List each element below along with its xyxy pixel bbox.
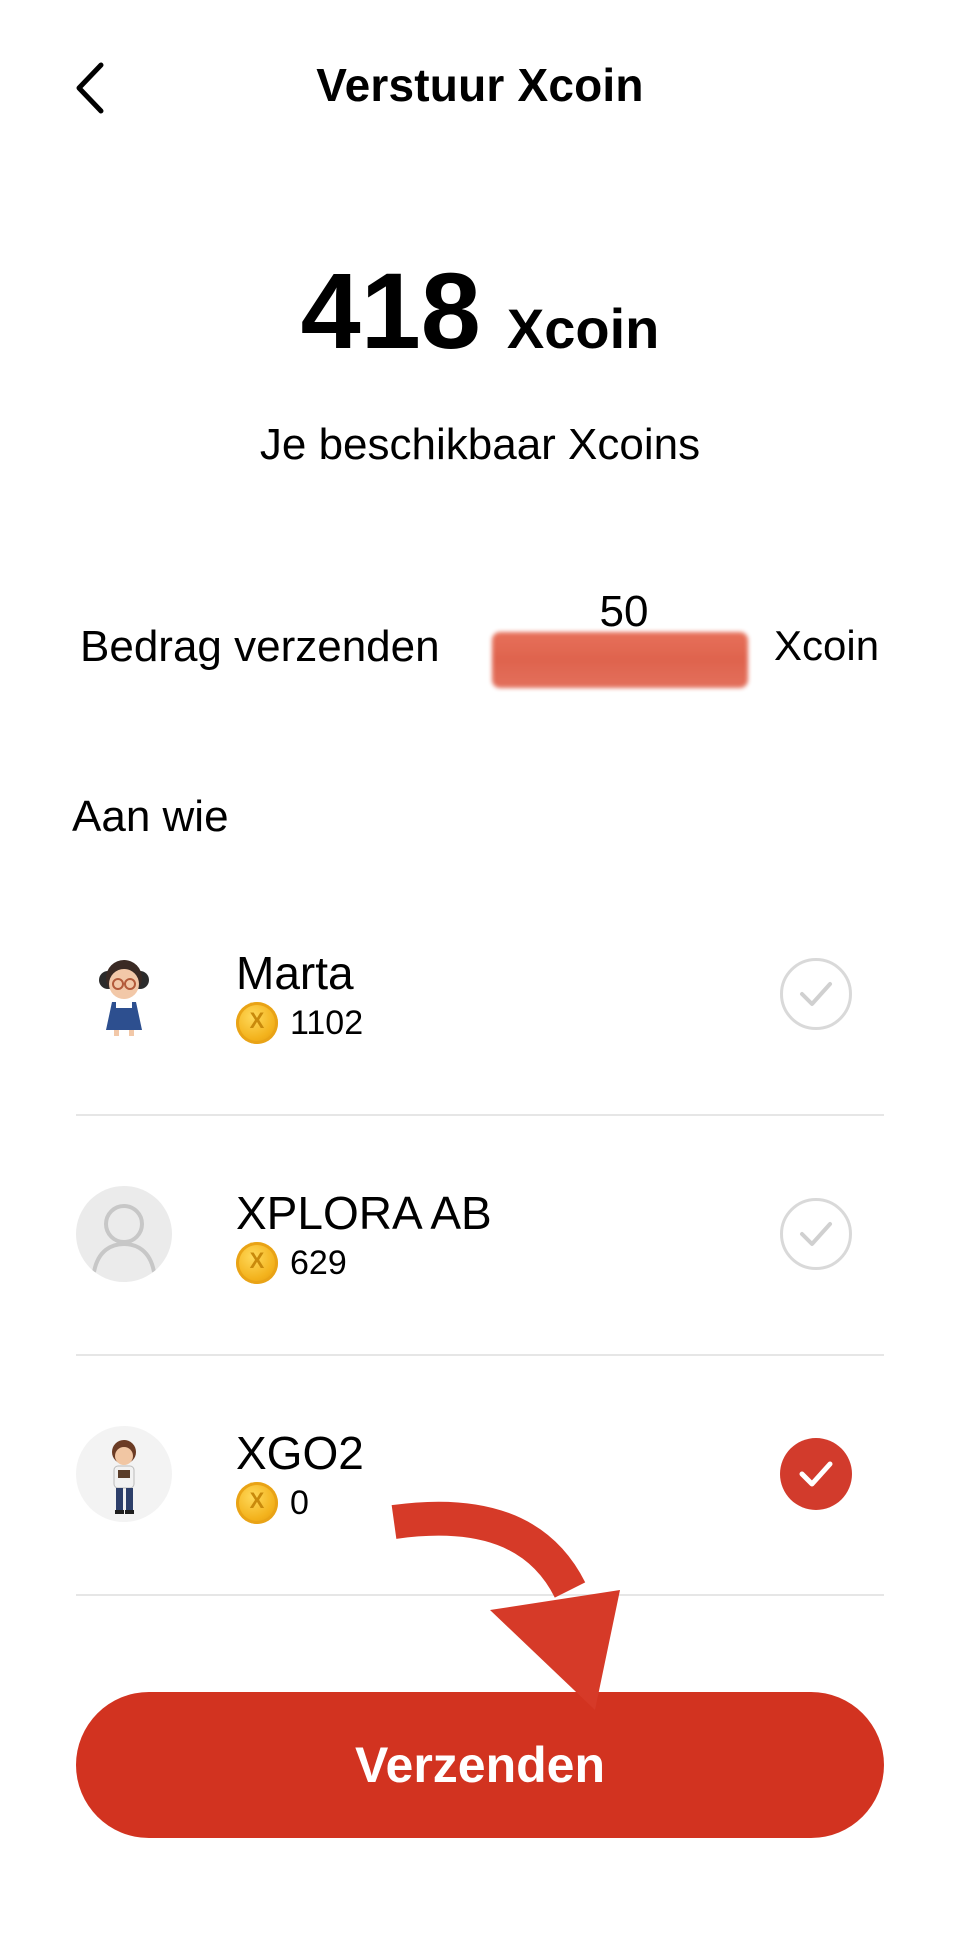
avatar bbox=[76, 1426, 172, 1522]
send-button[interactable]: Verzenden bbox=[76, 1692, 884, 1838]
recipient-name: Marta bbox=[236, 947, 354, 999]
amount-field-highlight bbox=[492, 632, 748, 688]
divider bbox=[76, 1114, 884, 1116]
avatar bbox=[76, 946, 172, 1042]
girl-character-icon bbox=[99, 960, 149, 1036]
recipient-coins: 1102 bbox=[290, 1004, 364, 1042]
recipients-section-title: Aan wie bbox=[72, 792, 229, 841]
check-icon bbox=[799, 1461, 833, 1487]
check-icon bbox=[800, 982, 832, 1006]
xcoin-icon: X bbox=[236, 1482, 278, 1524]
balance-subtitle: Je beschikbaar Xcoins bbox=[259, 420, 701, 469]
amount-label: Bedrag verzenden bbox=[80, 622, 440, 671]
recipient-row-marta[interactable]: Marta X 1102 bbox=[0, 946, 960, 1186]
page-title: Verstuur Xcoin bbox=[316, 59, 644, 111]
amount-unit: Xcoin bbox=[774, 622, 880, 669]
girl-character-2-icon bbox=[112, 1440, 136, 1514]
check-icon bbox=[800, 1222, 832, 1246]
select-checkbox-selected[interactable] bbox=[780, 1438, 852, 1510]
xcoin-icon: X bbox=[236, 1242, 278, 1284]
select-checkbox[interactable] bbox=[780, 1198, 852, 1270]
avatar bbox=[76, 1186, 172, 1282]
recipient-name: XPLORA AB bbox=[236, 1187, 492, 1239]
balance-amount: 418 bbox=[300, 250, 481, 371]
balance-unit: Xcoin bbox=[506, 297, 660, 360]
amount-input[interactable] bbox=[494, 586, 754, 638]
recipient-name: XGO2 bbox=[236, 1427, 364, 1479]
divider bbox=[76, 1594, 884, 1596]
recipient-row-xgo2[interactable]: XGO2 X 0 bbox=[0, 1426, 960, 1666]
recipient-coins: 0 bbox=[290, 1484, 309, 1522]
user-icon bbox=[92, 1204, 156, 1273]
divider bbox=[76, 1354, 884, 1356]
xcoin-icon: X bbox=[236, 1002, 278, 1044]
recipient-row-xplora-ab[interactable]: XPLORA AB X 629 bbox=[0, 1186, 960, 1426]
balance-display: 418 Xcoin bbox=[0, 248, 960, 373]
select-checkbox[interactable] bbox=[780, 958, 852, 1030]
recipient-coins: 629 bbox=[290, 1244, 347, 1282]
